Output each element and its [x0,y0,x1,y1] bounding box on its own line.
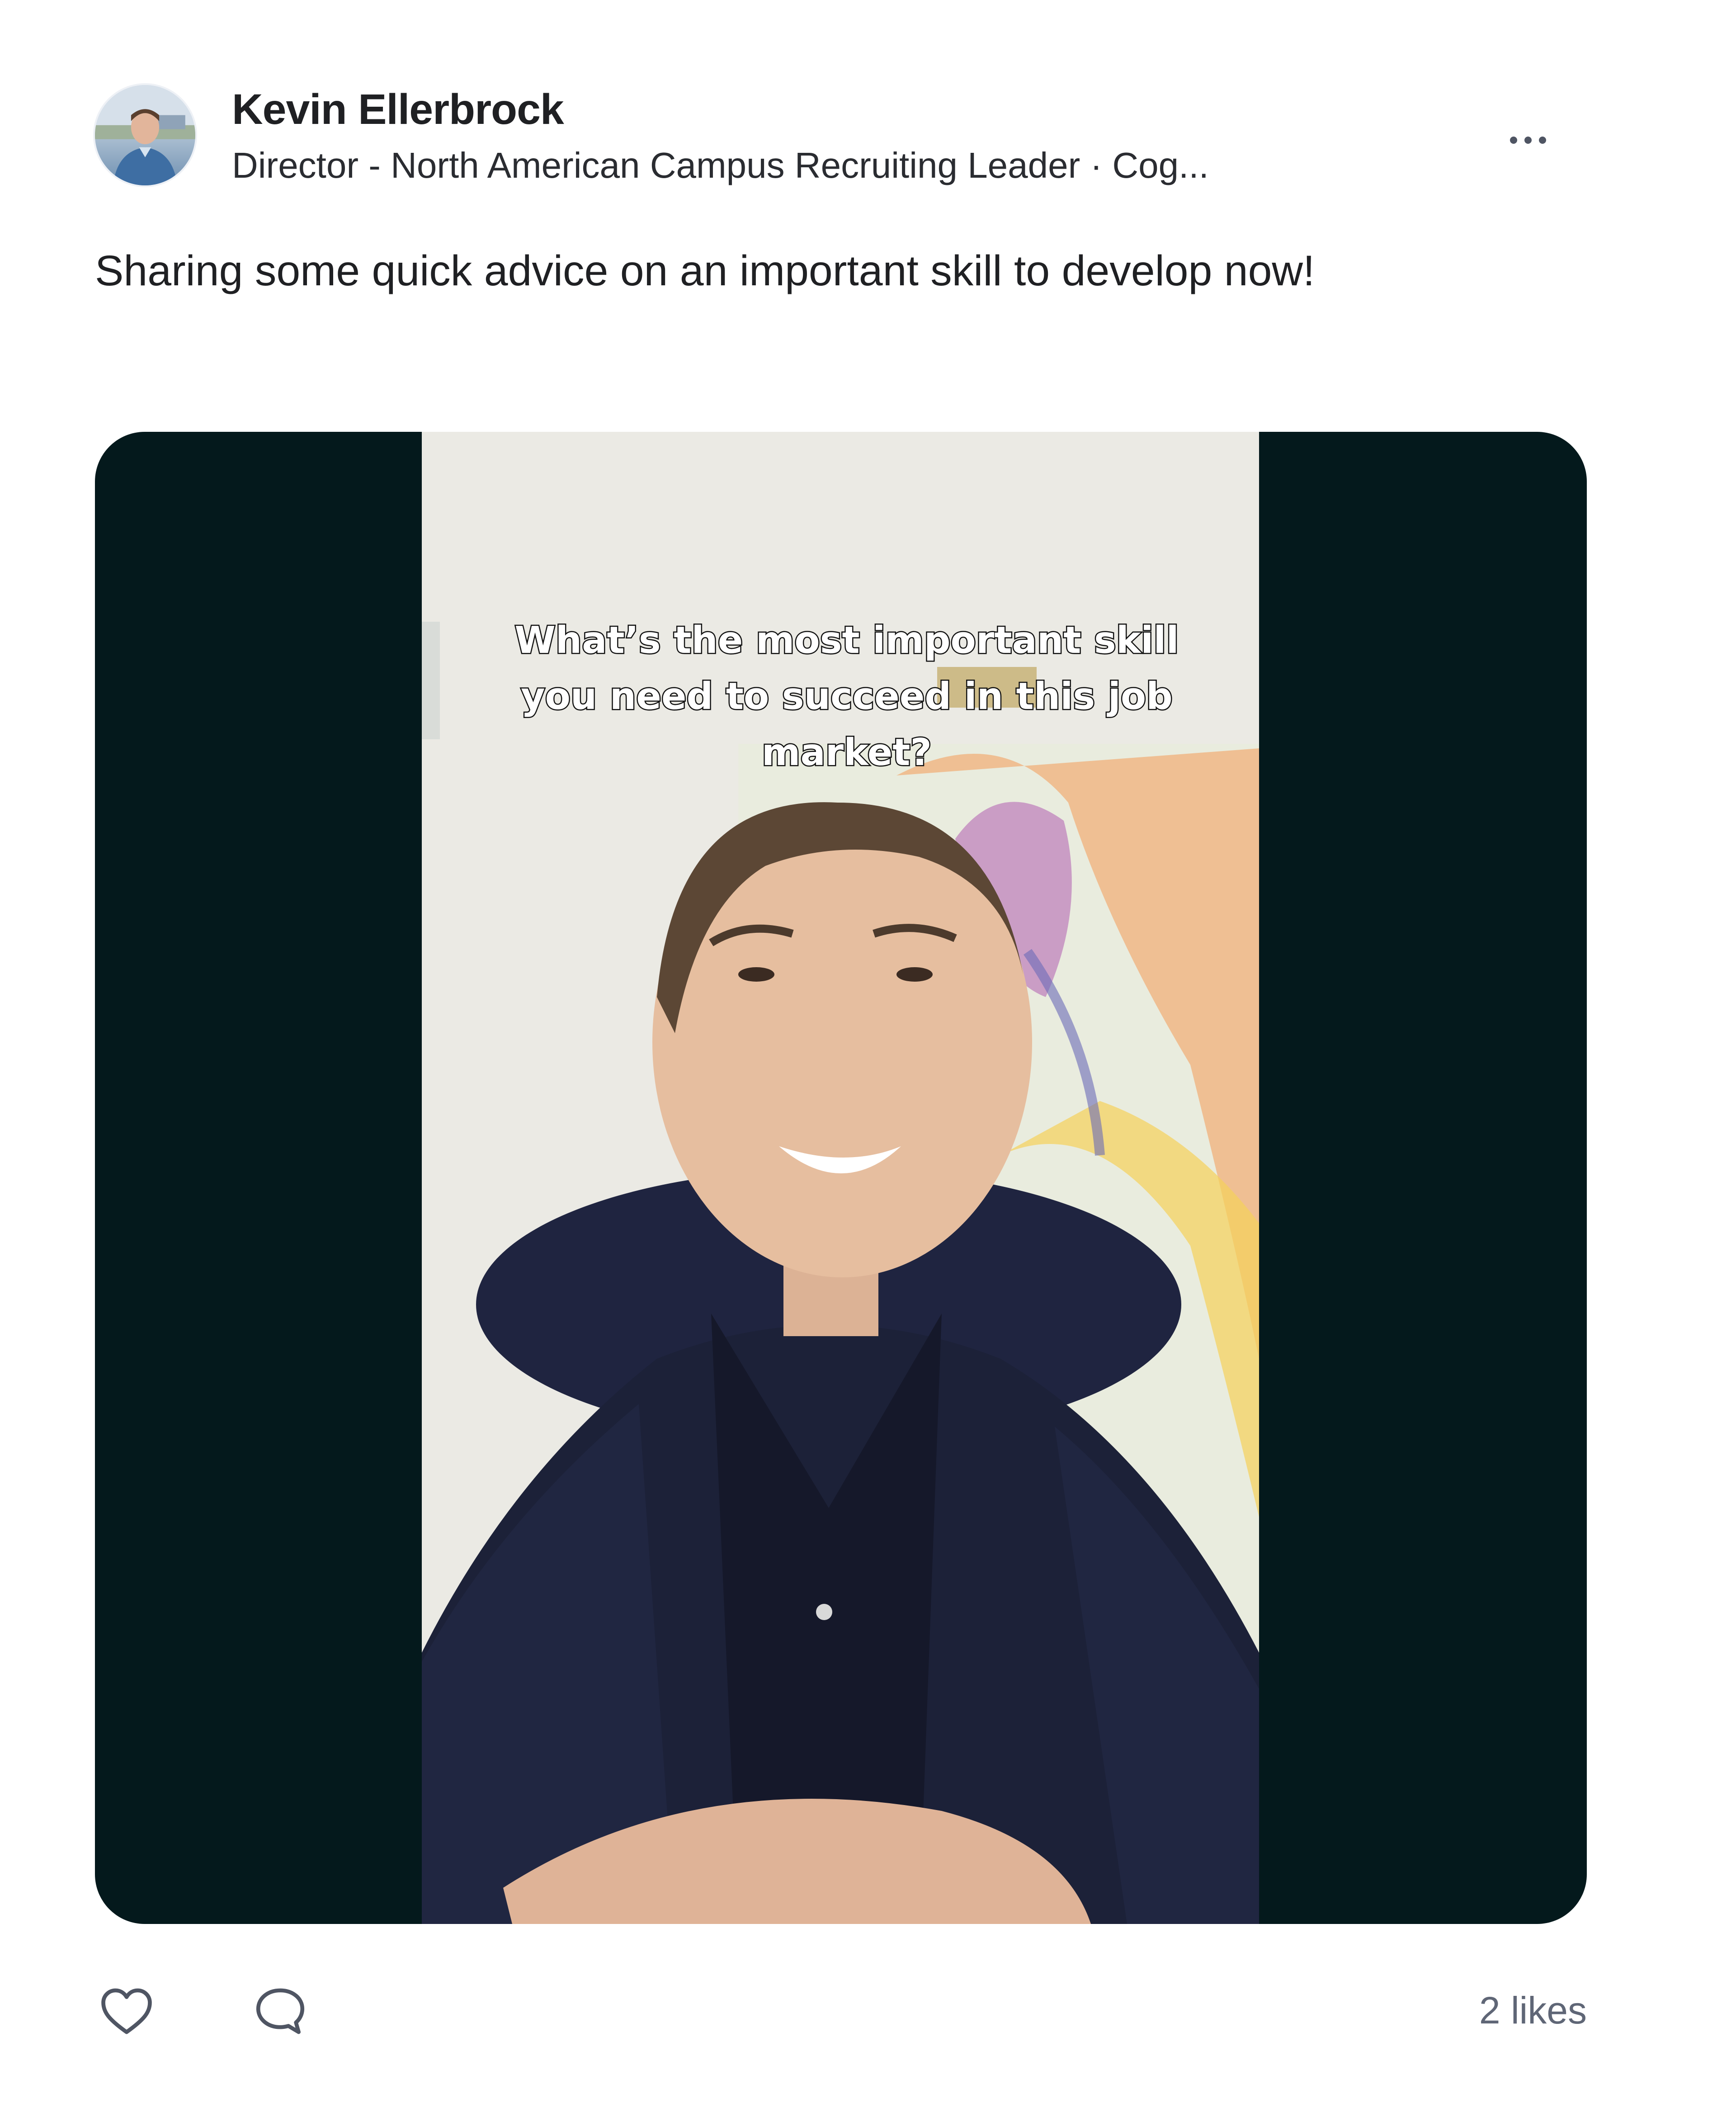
heart-icon [101,1988,152,2034]
more-horizontal-icon-dot [1539,137,1546,144]
video-player[interactable]: What’s the most important skill you need… [95,432,1587,1924]
author-headline: Director - North American Campus Recruit… [232,145,1209,185]
more-horizontal-icon [1510,137,1517,144]
likes-count[interactable]: 2 likes [1479,1989,1587,2032]
author-name[interactable]: Kevin Ellerbrock [232,85,564,134]
author-avatar[interactable] [95,85,195,185]
video-frame[interactable]: What’s the most important skill you need… [422,432,1259,1924]
post-actions [95,1980,312,2043]
video-caption: What’s the most important skill you need… [514,618,1180,775]
comment-icon [256,1988,305,2034]
more-horizontal-icon-dot [1524,137,1532,144]
avatar-photo [95,85,195,185]
like-button[interactable] [95,1980,158,2043]
comment-button[interactable] [249,1980,312,2043]
post-text: Sharing some quick advice on an importan… [95,247,1315,295]
feed-post: Kevin Ellerbrock Director - North Americ… [0,0,1736,2108]
more-options-button[interactable] [1501,122,1555,158]
